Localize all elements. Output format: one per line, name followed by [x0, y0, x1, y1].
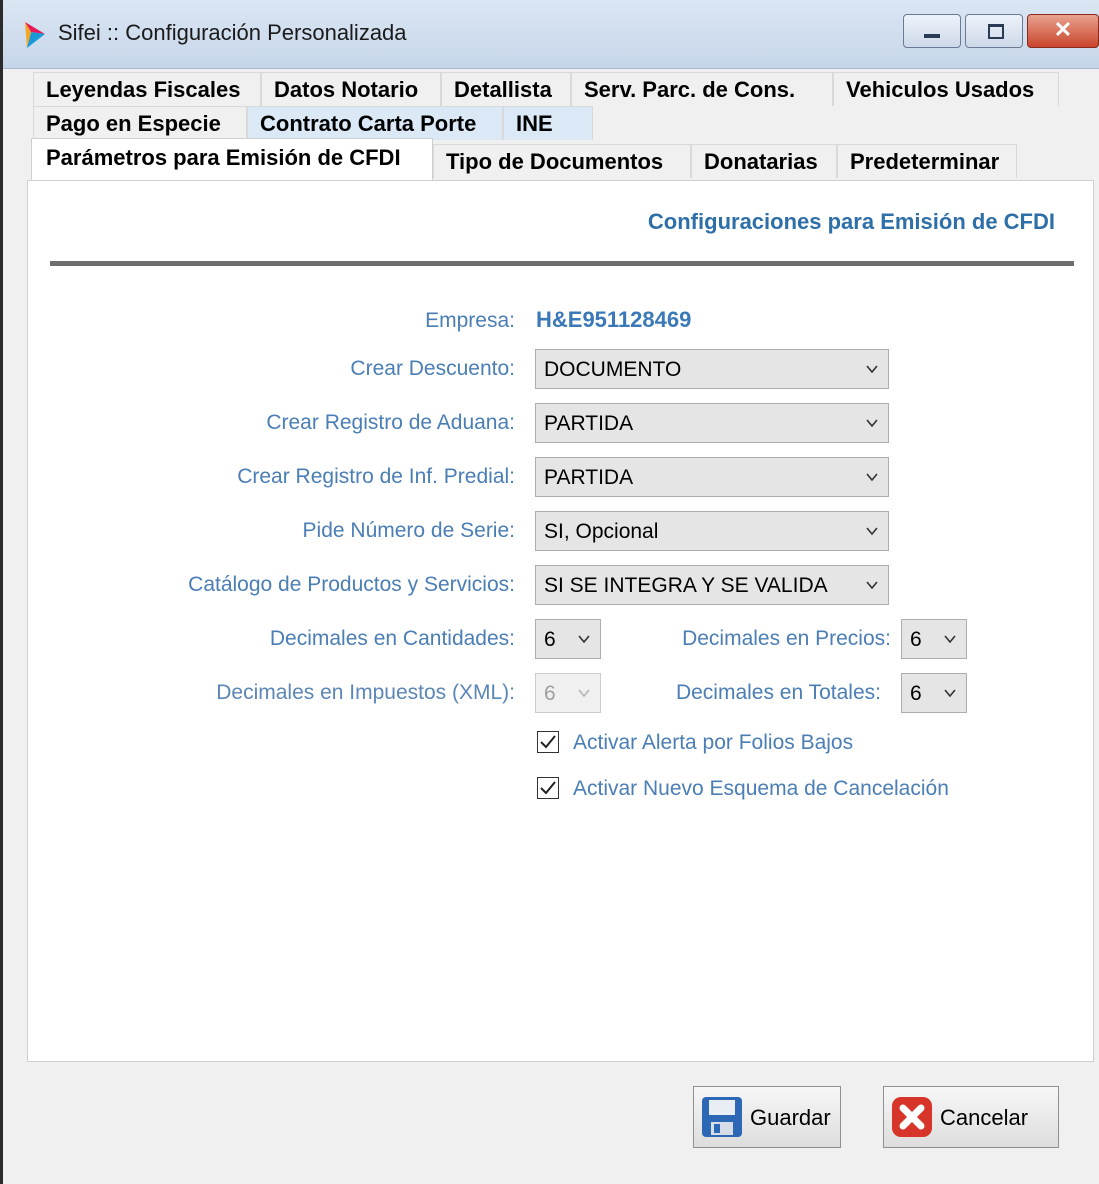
chevron-down-icon	[944, 689, 956, 698]
cancel-label: Cancelar	[940, 1105, 1029, 1130]
dec-cantidades-label: Decimales en Cantidades:	[269, 627, 515, 650]
floppy-disk-icon	[702, 1097, 742, 1137]
window-title: Sifei :: Configuración Personalizada	[58, 20, 407, 45]
title-bar[interactable]: Sifei :: Configuración Personalizada ✕	[3, 0, 1099, 69]
dec-precios-value: 6	[910, 628, 922, 651]
numero-serie-label: Pide Número de Serie:	[302, 519, 515, 542]
crear-descuento-label: Crear Descuento:	[350, 357, 515, 380]
tab-tipo-de-documentos[interactable]: Tipo de Documentos	[433, 144, 691, 178]
dec-totales-label: Decimales en Totales:	[675, 681, 881, 704]
empresa-value: H&E951128469	[536, 307, 692, 332]
dec-totales-select[interactable]: 6	[901, 673, 967, 713]
chevron-down-icon	[866, 473, 878, 482]
dec-impuestos-select: 6	[535, 673, 601, 713]
registro-predial-value: PARTIDA	[544, 466, 634, 489]
crear-descuento-select[interactable]: DOCUMENTO	[535, 349, 889, 389]
tab-detallista[interactable]: Detallista	[441, 72, 571, 106]
close-icon: ✕	[1053, 17, 1073, 42]
dec-precios-label: Decimales en Precios:	[682, 627, 891, 650]
catalogo-label: Catálogo de Productos y Servicios:	[188, 573, 515, 596]
dec-impuestos-value: 6	[544, 682, 556, 705]
dec-impuestos-label: Decimales en Impuestos (XML):	[216, 681, 515, 704]
tab-panel: Configuraciones para Emisión de CFDI Emp…	[27, 180, 1094, 1062]
chevron-down-icon	[866, 581, 878, 590]
tab-parametros-emision-cfdi[interactable]: Parámetros para Emisión de CFDI	[31, 138, 433, 182]
divider	[50, 261, 1074, 266]
save-button[interactable]: Guardar	[693, 1086, 841, 1148]
registro-aduana-select[interactable]: PARTIDA	[535, 403, 889, 443]
alerta-folios-checkbox[interactable]	[537, 731, 559, 753]
chevron-down-icon	[866, 419, 878, 428]
registro-aduana-value: PARTIDA	[544, 412, 634, 435]
numero-serie-value: SI, Opcional	[544, 520, 659, 543]
cancel-button[interactable]: Cancelar	[883, 1086, 1059, 1148]
chevron-down-icon	[578, 689, 590, 698]
maximize-icon	[988, 24, 1004, 39]
tab-contrato-carta-porte[interactable]: Contrato Carta Porte	[247, 106, 503, 140]
tab-ine[interactable]: INE	[503, 106, 593, 140]
empresa-label: Empresa:	[425, 309, 515, 332]
tab-vehiculos-usados[interactable]: Vehiculos Usados	[833, 72, 1059, 106]
dec-precios-select[interactable]: 6	[901, 619, 967, 659]
save-label: Guardar	[750, 1105, 831, 1130]
registro-predial-select[interactable]: PARTIDA	[535, 457, 889, 497]
app-logo-icon	[25, 22, 45, 48]
close-button[interactable]: ✕	[1027, 14, 1099, 48]
nuevo-esquema-checkbox[interactable]	[537, 777, 559, 799]
minimize-icon	[924, 34, 940, 38]
catalogo-value: SI SE INTEGRA Y SE VALIDA	[544, 574, 828, 597]
chevron-down-icon	[866, 527, 878, 536]
tab-donatarias[interactable]: Donatarias	[691, 144, 837, 178]
checkmark-icon	[540, 781, 556, 795]
tab-serv-parc-cons[interactable]: Serv. Parc. de Cons.	[571, 72, 833, 106]
nuevo-esquema-label[interactable]: Activar Nuevo Esquema de Cancelación	[573, 777, 949, 801]
numero-serie-select[interactable]: SI, Opcional	[535, 511, 889, 551]
cancel-x-icon	[892, 1097, 932, 1137]
chevron-down-icon	[578, 635, 590, 644]
section-title: Configuraciones para Emisión de CFDI	[647, 209, 1055, 234]
chevron-down-icon	[944, 635, 956, 644]
crear-descuento-value: DOCUMENTO	[544, 358, 682, 381]
registro-aduana-label: Crear Registro de Aduana:	[266, 411, 515, 434]
tab-predeterminar[interactable]: Predeterminar	[837, 144, 1017, 178]
dec-totales-value: 6	[910, 682, 922, 705]
configuration-window: Sifei :: Configuración Personalizada ✕ L…	[0, 0, 1099, 1184]
chevron-down-icon	[866, 365, 878, 374]
checkmark-icon	[540, 735, 556, 749]
dec-cantidades-value: 6	[544, 628, 556, 651]
registro-predial-label: Crear Registro de Inf. Predial:	[237, 465, 515, 488]
maximize-button[interactable]	[965, 14, 1023, 48]
tab-pago-en-especie[interactable]: Pago en Especie	[33, 106, 247, 140]
dec-cantidades-select[interactable]: 6	[535, 619, 601, 659]
tab-datos-notario[interactable]: Datos Notario	[261, 72, 441, 106]
alerta-folios-label[interactable]: Activar Alerta por Folios Bajos	[573, 731, 853, 755]
minimize-button[interactable]	[903, 14, 961, 48]
tab-leyendas-fiscales[interactable]: Leyendas Fiscales	[33, 72, 261, 106]
catalogo-select[interactable]: SI SE INTEGRA Y SE VALIDA	[535, 565, 889, 605]
